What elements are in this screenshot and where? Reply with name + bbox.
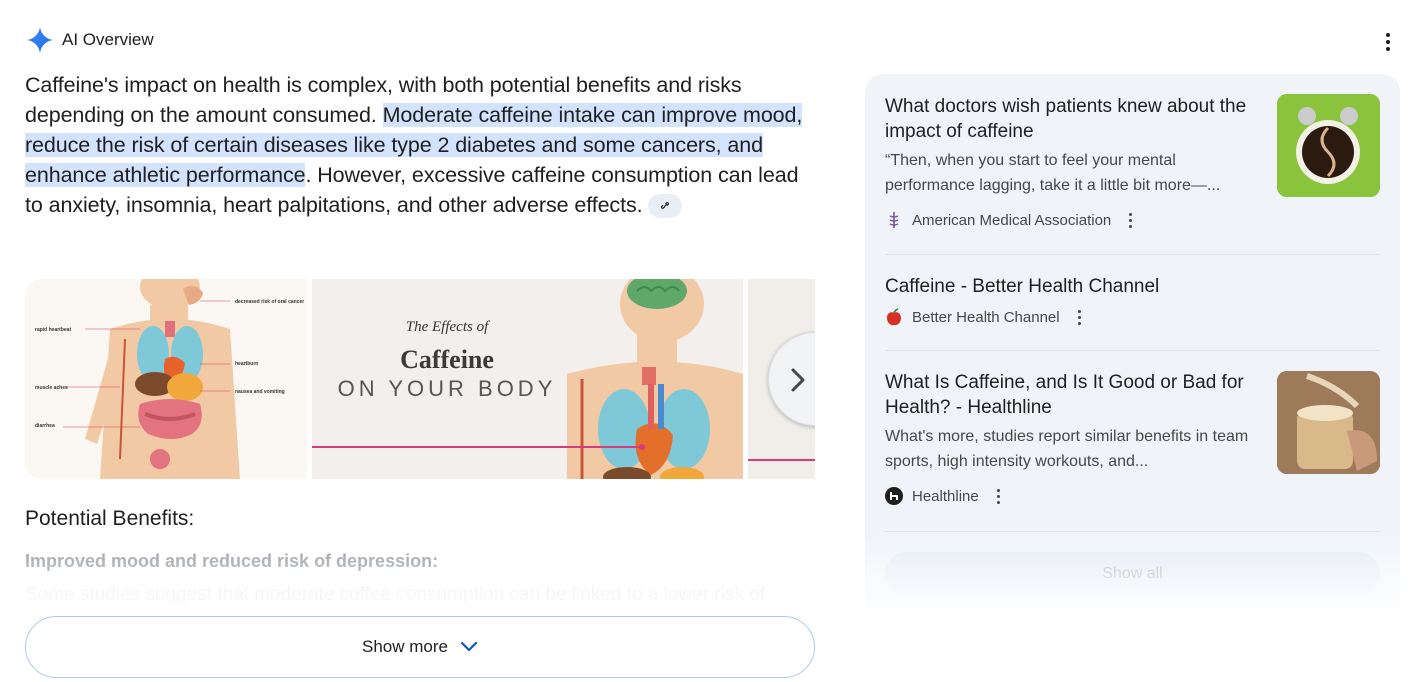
source-more-icon[interactable] [1077, 309, 1081, 325]
source-meta: Better Health Channel [885, 305, 1380, 329]
source-snippet: What's more, studies report similar bene… [885, 428, 1249, 470]
chevron-down-icon [460, 641, 478, 652]
benefits-heading: Potential Benefits: [25, 507, 195, 530]
healthline-favicon-icon [885, 487, 903, 505]
apple-favicon-icon [885, 308, 903, 326]
citation-link-button[interactable] [648, 194, 683, 219]
latte-pour-image[interactable] [1277, 371, 1380, 474]
image-title-line1: The Effects of [405, 319, 489, 335]
image-title-line2: Caffeine [400, 345, 494, 374]
label-diarrhea: diarrhea [35, 423, 55, 429]
sources-panel: What doctors wish patients knew about th… [865, 74, 1400, 634]
body-diagram-illustration [63, 279, 240, 479]
ama-favicon-icon [885, 211, 903, 229]
summary-paragraph: Caffeine's impact on health is complex, … [25, 70, 815, 220]
source-divider [885, 254, 1380, 255]
show-more-label: Show more [362, 637, 448, 656]
source-divider [885, 531, 1380, 532]
ai-overview-summary: Caffeine's impact on health is complex, … [25, 70, 815, 220]
source-snippet: “Then, when you start to feel your menta… [885, 152, 1221, 194]
source-card-ama[interactable]: What doctors wish patients knew about th… [885, 94, 1255, 232]
source-title[interactable]: Caffeine - Better Health Channel [885, 274, 1380, 299]
caffeine-body-diagram-image[interactable]: decreased risk of oral cancer rapid hear… [25, 279, 307, 479]
source-more-icon[interactable] [996, 488, 1000, 504]
source-card-better-health[interactable]: Caffeine - Better Health Channel Better … [885, 274, 1380, 329]
image-carousel: decreased risk of oral cancer rapid hear… [25, 279, 815, 479]
label-nausea: nausea and vomiting [235, 389, 285, 395]
source-site-name: Better Health Channel [912, 308, 1060, 326]
source-meta: American Medical Association [885, 208, 1255, 232]
show-all-button[interactable]: Show all [885, 552, 1380, 596]
source-title[interactable]: What Is Caffeine, and Is It Good or Bad … [885, 370, 1255, 420]
benefit-text: Some studies suggest that moderate coffe… [25, 584, 766, 605]
ai-overview-title: AI Overview [62, 30, 154, 49]
source-more-icon[interactable] [1129, 212, 1133, 228]
source-card-healthline[interactable]: What Is Caffeine, and Is It Good or Bad … [885, 370, 1255, 508]
effects-of-caffeine-image[interactable]: The Effects of Caffeine ON YOUR BODY [312, 279, 743, 479]
chevron-right-icon [791, 368, 805, 392]
label-rapid-heartbeat: rapid heartbeat [35, 327, 72, 333]
show-all-label: Show all [1102, 565, 1163, 582]
source-meta: Healthline [885, 484, 1255, 508]
source-title[interactable]: What doctors wish patients knew about th… [885, 94, 1255, 144]
alarm-clock-coffee-image[interactable] [1277, 94, 1380, 197]
label-muscle-aches: muscle aches [35, 385, 68, 391]
more-vert-icon[interactable] [1376, 30, 1400, 54]
label-oral-cancer: decreased risk of oral cancer [235, 299, 305, 305]
benefit-title: Improved mood and reduced risk of depres… [25, 551, 439, 571]
source-site-name: Healthline [912, 487, 979, 505]
link-icon [661, 202, 670, 210]
source-divider [885, 350, 1380, 351]
sparkle-icon [27, 27, 53, 53]
source-site-name: American Medical Association [912, 211, 1112, 229]
image-title-line3: ON YOUR BODY [337, 376, 557, 401]
ai-overview-header: AI Overview [26, 26, 154, 54]
show-more-button[interactable]: Show more [25, 616, 815, 678]
label-heartburn: heartburn [235, 361, 259, 367]
